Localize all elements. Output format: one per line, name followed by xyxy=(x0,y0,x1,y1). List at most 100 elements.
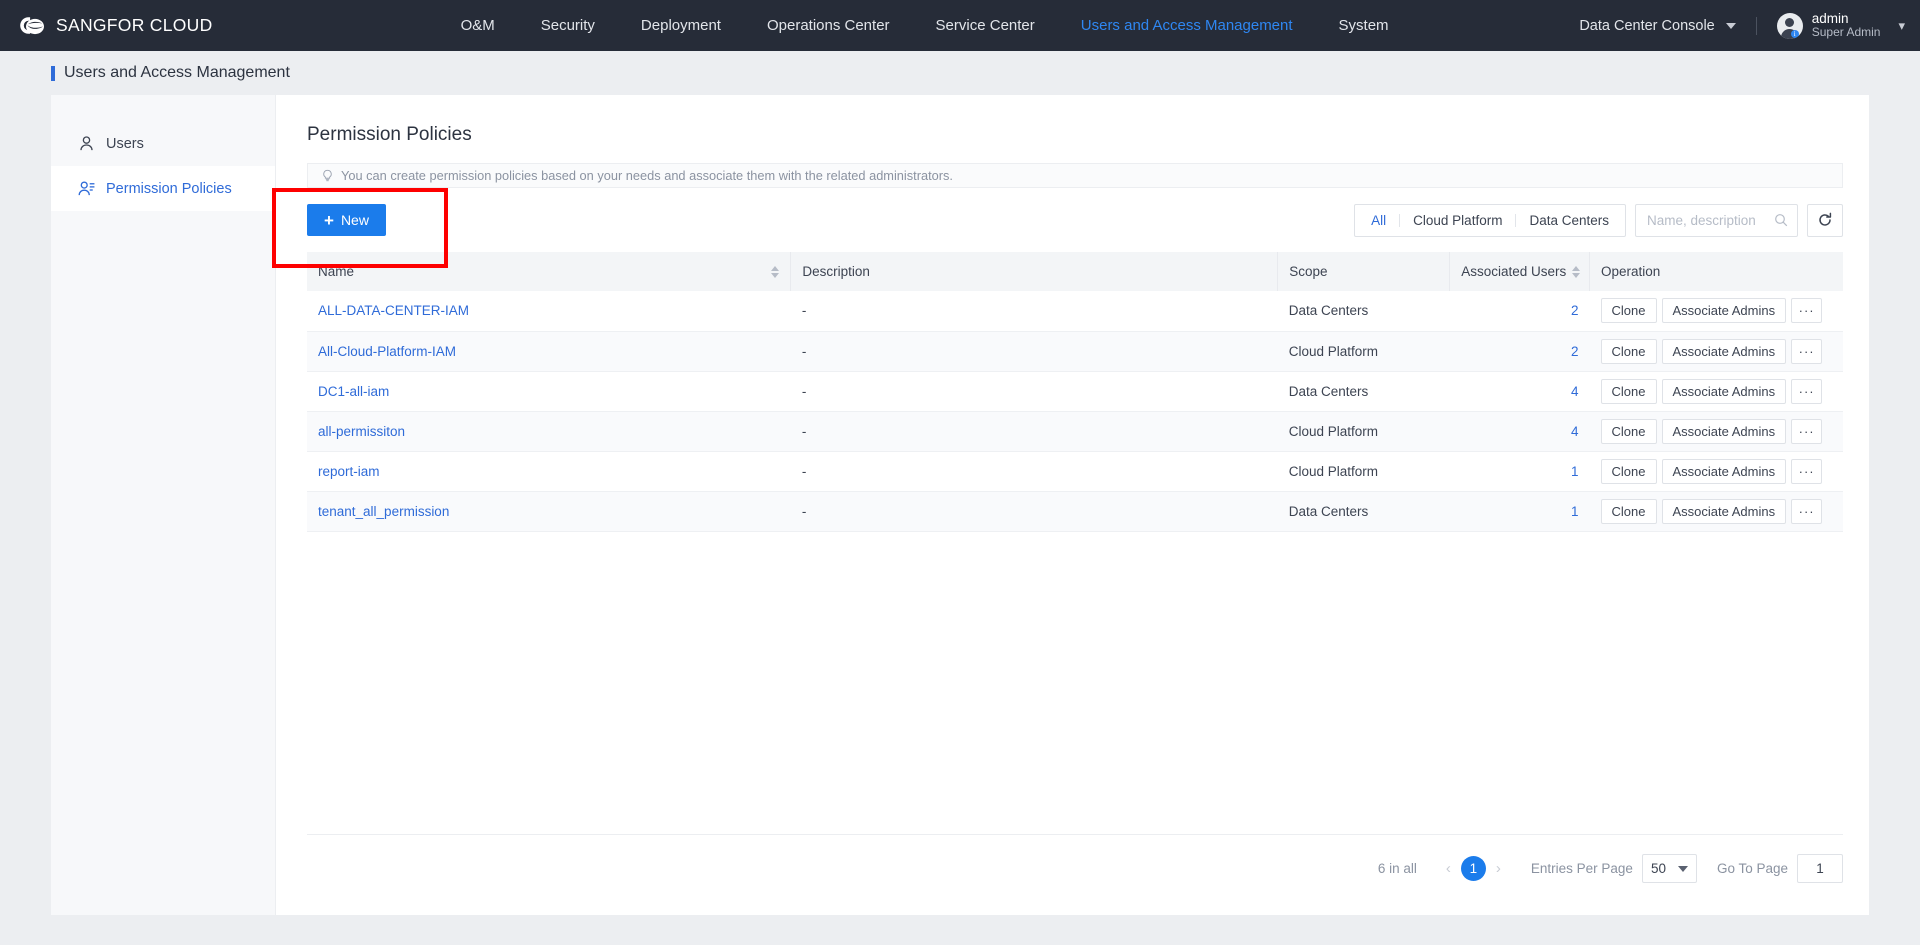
clone-button[interactable]: Clone xyxy=(1600,418,1657,444)
cell-associated-users: 4 xyxy=(1449,371,1590,412)
nav-item-service-center[interactable]: Service Center xyxy=(913,0,1058,51)
toolbar: + New All Cloud Platform Data Centers xyxy=(307,188,1843,252)
chevron-down-icon: ▾ xyxy=(1898,18,1905,33)
cell-description: - xyxy=(790,331,1278,372)
cell-scope: Data Centers xyxy=(1277,371,1450,412)
filter-data-centers[interactable]: Data Centers xyxy=(1516,205,1622,236)
sort-icon[interactable] xyxy=(771,265,780,278)
top-right-area: Data Center Console i admin Super Admin … xyxy=(1579,0,1905,51)
clone-button[interactable]: Clone xyxy=(1600,298,1657,324)
lightbulb-icon xyxy=(323,169,332,182)
new-button[interactable]: + New xyxy=(307,204,386,236)
chevron-down-icon xyxy=(1725,22,1736,29)
associate-admins-button[interactable]: Associate Admins xyxy=(1661,338,1787,364)
associate-admins-button[interactable]: Associate Admins xyxy=(1661,458,1787,484)
brand-logo-area[interactable]: SANGFOR CLOUD xyxy=(0,14,213,38)
associate-admins-button[interactable]: Associate Admins xyxy=(1661,378,1787,404)
more-actions-button[interactable]: ··· xyxy=(1791,378,1823,404)
column-header-operation: Operation xyxy=(1589,252,1843,291)
more-actions-button[interactable]: ··· xyxy=(1791,338,1823,364)
go-to-page-input[interactable] xyxy=(1797,854,1843,883)
cell-scope: Cloud Platform xyxy=(1277,451,1450,492)
filter-all[interactable]: All xyxy=(1358,205,1399,236)
cell-name: DC1-all-iam xyxy=(307,371,791,412)
cell-associated-users: 2 xyxy=(1449,331,1590,372)
column-label: Operation xyxy=(1601,264,1661,279)
entries-per-page-value: 50 xyxy=(1650,861,1666,876)
user-role: Super Admin xyxy=(1811,25,1881,40)
sidebar-item-users[interactable]: Users xyxy=(51,121,275,166)
cell-operation: Clone Associate Admins ··· xyxy=(1589,451,1843,492)
more-actions-button[interactable]: ··· xyxy=(1791,458,1823,484)
clone-button[interactable]: Clone xyxy=(1600,378,1657,404)
search-input[interactable] xyxy=(1647,212,1774,228)
user-menu[interactable]: i admin Super Admin ▾ xyxy=(1776,10,1905,40)
policy-name-link[interactable]: all-permissiton xyxy=(318,424,405,439)
nav-item-deployment[interactable]: Deployment xyxy=(618,0,744,51)
nav-item-users-and-access-management[interactable]: Users and Access Management xyxy=(1058,0,1316,51)
column-header-description: Description xyxy=(790,252,1279,291)
entries-per-page-select[interactable]: 50 xyxy=(1641,854,1697,883)
search-icon[interactable] xyxy=(1774,213,1788,227)
next-page-button[interactable]: › xyxy=(1486,860,1511,877)
tip-banner: You can create permission policies based… xyxy=(307,163,1843,188)
user-name: admin xyxy=(1811,10,1849,26)
nav-item-security[interactable]: Security xyxy=(518,0,618,51)
divider xyxy=(1755,16,1757,35)
column-label: Associated Users xyxy=(1461,264,1567,279)
page-title: Users and Access Management xyxy=(64,64,290,81)
page-header: Users and Access Management xyxy=(0,51,1920,95)
toolbar-right: All Cloud Platform Data Centers xyxy=(1354,203,1843,237)
search-box[interactable] xyxy=(1635,203,1798,237)
nav-item-operations-center[interactable]: Operations Center xyxy=(744,0,913,51)
column-header-associated-users[interactable]: Associated Users xyxy=(1449,252,1591,291)
associated-users-link[interactable]: 4 xyxy=(1461,424,1579,439)
associate-admins-button[interactable]: Associate Admins xyxy=(1661,298,1787,324)
cell-operation: Clone Associate Admins ··· xyxy=(1589,371,1843,412)
table-row: DC1-all-iam - Data Centers 4 Clone Associate … xyxy=(307,371,1843,412)
associated-users-link[interactable]: 2 xyxy=(1461,303,1579,318)
more-actions-button[interactable]: ··· xyxy=(1791,298,1823,324)
cell-scope: Cloud Platform xyxy=(1277,411,1450,452)
clone-button[interactable]: Clone xyxy=(1600,498,1657,524)
more-actions-button[interactable]: ··· xyxy=(1791,418,1823,444)
table-row: report-iam - Cloud Platform 1 Clone Associate… xyxy=(307,451,1843,492)
clone-button[interactable]: Clone xyxy=(1600,458,1657,484)
sort-icon[interactable] xyxy=(1572,265,1581,278)
section-title: Permission Policies xyxy=(307,124,472,145)
console-selector-label: Data Center Console xyxy=(1579,17,1715,34)
page-number-1[interactable]: 1 xyxy=(1460,856,1486,881)
cell-associated-users: 1 xyxy=(1449,451,1590,492)
policy-name-link[interactable]: report-iam xyxy=(318,464,380,479)
cell-description: - xyxy=(790,371,1278,412)
column-header-name[interactable]: Name xyxy=(307,252,792,291)
prev-page-button[interactable]: ‹ xyxy=(1436,860,1461,877)
table-row: all-permissiton - Cloud Platform 4 Clone Asso… xyxy=(307,411,1843,452)
refresh-button[interactable] xyxy=(1807,203,1843,237)
associated-users-link[interactable]: 2 xyxy=(1461,344,1579,359)
associated-users-link[interactable]: 1 xyxy=(1461,464,1579,479)
console-selector[interactable]: Data Center Console xyxy=(1579,17,1736,34)
tip-text: You can create permission policies based… xyxy=(341,168,953,183)
associate-admins-button[interactable]: Associate Admins xyxy=(1661,498,1787,524)
policy-name-link[interactable]: All-Cloud-Platform-IAM xyxy=(318,344,456,359)
nav-item-system[interactable]: System xyxy=(1316,0,1412,51)
cell-name: all-permissiton xyxy=(307,411,791,452)
associate-admins-button[interactable]: Associate Admins xyxy=(1661,418,1787,444)
more-actions-button[interactable]: ··· xyxy=(1791,498,1823,524)
associated-users-link[interactable]: 4 xyxy=(1461,384,1579,399)
policy-name-link[interactable]: tenant_all_permission xyxy=(318,504,449,519)
cell-description: - xyxy=(790,451,1278,492)
clone-button[interactable]: Clone xyxy=(1600,338,1657,364)
avatar: i xyxy=(1776,12,1803,39)
filter-cloud-platform[interactable]: Cloud Platform xyxy=(1400,205,1515,236)
refresh-icon xyxy=(1819,212,1832,226)
nav-item-om[interactable]: O&M xyxy=(438,0,518,51)
main-panel: Permission Policies You can create permi… xyxy=(276,95,1869,915)
table-row: All-Cloud-Platform-IAM - Cloud Platform 2 Cl… xyxy=(307,331,1843,372)
associated-users-link[interactable]: 1 xyxy=(1461,504,1579,519)
policy-name-link[interactable]: ALL-DATA-CENTER-IAM xyxy=(318,303,469,318)
cloud-logo-icon xyxy=(20,16,44,34)
policy-name-link[interactable]: DC1-all-iam xyxy=(318,384,389,399)
sidebar-item-permission-policies[interactable]: Permission Policies xyxy=(51,166,275,211)
